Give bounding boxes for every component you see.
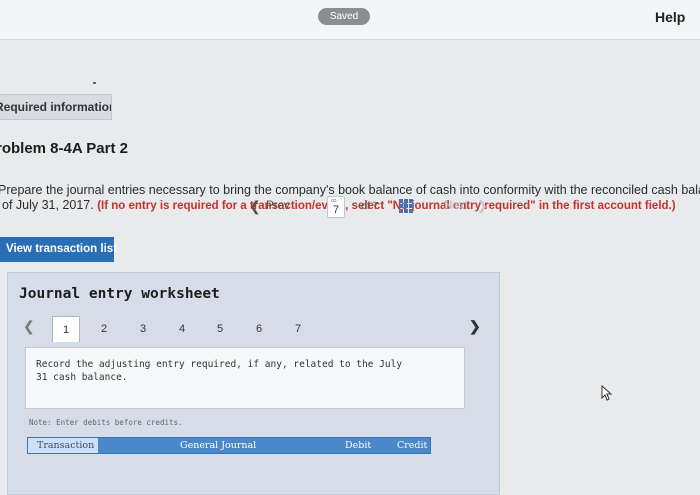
column-header-transaction: Transaction (28, 438, 98, 453)
worksheet-tab-7[interactable]: 7 (284, 316, 312, 342)
worksheet-tab-2[interactable]: 2 (90, 316, 118, 342)
worksheet-tab-5[interactable]: 5 (206, 316, 234, 342)
page-total-label: of 7 (361, 200, 379, 212)
prev-button[interactable]: Prev (266, 200, 290, 212)
worksheet-tab-1[interactable]: 1 (52, 316, 80, 342)
current-page-box[interactable]: ∞ 7 (327, 196, 345, 218)
required-information-label: Required information (0, 100, 112, 114)
chevron-right-icon[interactable]: ❯ (469, 318, 481, 335)
view-transaction-list-button[interactable]: View transaction list (0, 237, 117, 262)
prev-chevron-icon[interactable]: ❮ (249, 198, 261, 215)
worksheet-prompt-panel: Record the adjusting entry required, if … (25, 347, 465, 409)
chevron-left-icon[interactable]: ❮ (23, 318, 35, 335)
worksheet-tab-3[interactable]: 3 (129, 316, 157, 342)
help-link[interactable]: Help (655, 9, 685, 25)
required-information-tab[interactable]: Required information (0, 94, 112, 120)
next-chevron-icon[interactable]: ❯ (477, 198, 488, 214)
journal-table-header: Transaction General Journal Debit Credit (27, 437, 431, 454)
column-header-debit: Debit (345, 440, 372, 451)
saved-status-badge: Saved (318, 8, 370, 25)
column-header-credit: Credit (397, 440, 428, 451)
grid-icon[interactable] (399, 199, 413, 213)
decorative-dot (93, 82, 96, 84)
mouse-cursor-icon (601, 385, 613, 401)
problem-title: Problem 8-4A Part 2 (0, 140, 128, 157)
link-icon: ∞ (331, 196, 337, 205)
next-button[interactable]: Next (444, 200, 468, 212)
worksheet-title: Journal entry worksheet (19, 286, 220, 302)
debits-note: Note: Enter debits before credits. (29, 418, 183, 427)
journal-entry-worksheet: Journal entry worksheet ❮ 1 2 3 4 5 6 7 … (7, 272, 500, 495)
column-header-general-journal: General Journal (180, 440, 257, 451)
page-navigator: ❮ Prev ∞ 7 of 7 Next ❯ (230, 196, 488, 218)
top-bar: Saved Help (0, 0, 700, 40)
worksheet-tab-6[interactable]: 6 (245, 316, 273, 342)
worksheet-prompt: Record the adjusting entry required, if … (36, 359, 403, 383)
worksheet-tab-4[interactable]: 4 (168, 316, 196, 342)
